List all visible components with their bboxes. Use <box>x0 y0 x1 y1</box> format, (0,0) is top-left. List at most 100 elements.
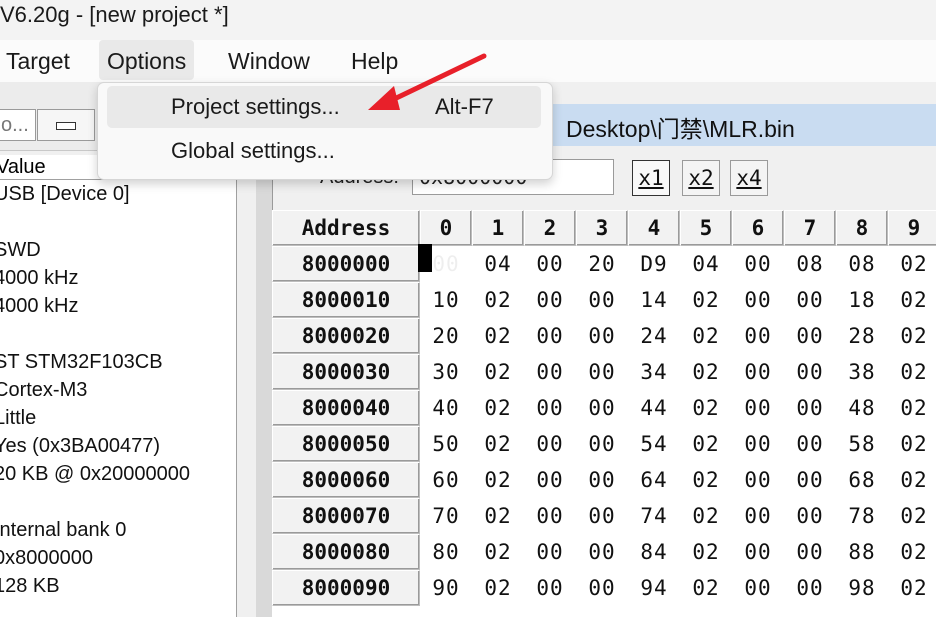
memory-byte[interactable]: 00 <box>524 570 576 606</box>
memory-byte[interactable]: 02 <box>472 462 524 498</box>
memory-byte[interactable]: 00 <box>524 462 576 498</box>
memory-byte[interactable]: 00 <box>784 282 836 318</box>
property-value[interactable]: Yes (0x3BA00477) <box>0 432 160 460</box>
memory-byte[interactable]: 00 <box>784 426 836 462</box>
memory-byte[interactable]: 90 <box>420 570 472 606</box>
zoom-x1-button[interactable]: x1 <box>632 160 670 196</box>
memory-byte[interactable]: 00 <box>524 534 576 570</box>
memory-byte[interactable]: 78 <box>836 498 888 534</box>
memory-byte[interactable]: 00 <box>524 246 576 282</box>
memory-byte[interactable]: 88 <box>836 534 888 570</box>
memory-byte[interactable]: 00 <box>732 426 784 462</box>
memory-byte[interactable]: 00 <box>732 498 784 534</box>
memory-byte[interactable]: 00 <box>524 498 576 534</box>
memory-byte[interactable]: 02 <box>888 462 936 498</box>
memory-byte[interactable]: 02 <box>888 426 936 462</box>
memory-byte[interactable]: 02 <box>680 426 732 462</box>
menu-window[interactable]: Window <box>220 40 318 80</box>
memory-byte[interactable]: 00 <box>576 534 628 570</box>
memory-byte[interactable]: 38 <box>836 354 888 390</box>
menu-target[interactable]: Target <box>0 40 78 80</box>
memory-byte[interactable]: 00 <box>784 570 836 606</box>
memory-byte[interactable]: 02 <box>472 318 524 354</box>
menu-options[interactable]: Options <box>99 40 195 80</box>
property-value[interactable]: Internal bank 0 <box>0 516 126 544</box>
memory-byte[interactable]: 02 <box>472 282 524 318</box>
memory-byte[interactable]: 00 <box>732 282 784 318</box>
memory-byte[interactable]: 00 <box>732 354 784 390</box>
memory-byte[interactable]: 64 <box>628 462 680 498</box>
memory-byte[interactable]: 02 <box>888 390 936 426</box>
memory-byte[interactable]: 48 <box>836 390 888 426</box>
memory-byte[interactable]: 02 <box>888 534 936 570</box>
memory-byte[interactable]: 02 <box>888 282 936 318</box>
memory-byte[interactable]: 00 <box>732 570 784 606</box>
memory-byte[interactable]: 00 <box>576 282 628 318</box>
property-value[interactable]: ST STM32F103CB <box>0 348 163 376</box>
memory-byte[interactable]: 02 <box>680 498 732 534</box>
zoom-x4-button[interactable]: x4 <box>730 160 768 196</box>
memory-byte[interactable]: 00 <box>784 390 836 426</box>
memory-byte[interactable]: 98 <box>836 570 888 606</box>
property-value[interactable]: SWD <box>0 236 41 264</box>
memory-byte[interactable]: 00 <box>784 318 836 354</box>
memory-byte[interactable]: 02 <box>680 390 732 426</box>
memory-byte[interactable]: 00 <box>784 534 836 570</box>
memory-byte[interactable]: 00 <box>524 354 576 390</box>
memory-byte[interactable]: 02 <box>888 246 936 282</box>
memory-byte[interactable]: 94 <box>628 570 680 606</box>
memory-byte[interactable]: 02 <box>472 426 524 462</box>
memory-byte[interactable]: 74 <box>628 498 680 534</box>
memory-byte[interactable]: 00 <box>732 390 784 426</box>
property-scrollbar[interactable] <box>237 180 256 617</box>
memory-byte[interactable]: 34 <box>628 354 680 390</box>
memory-byte[interactable]: 00 <box>784 498 836 534</box>
memory-byte[interactable]: 20 <box>576 246 628 282</box>
memory-byte[interactable]: 04 <box>472 246 524 282</box>
memory-byte[interactable]: 02 <box>888 570 936 606</box>
memory-byte[interactable]: 02 <box>680 570 732 606</box>
memory-byte[interactable]: 28 <box>836 318 888 354</box>
memory-byte[interactable]: 02 <box>472 570 524 606</box>
memory-byte[interactable]: 20 <box>420 318 472 354</box>
memory-byte[interactable]: 50 <box>420 426 472 462</box>
memory-byte[interactable]: 02 <box>680 318 732 354</box>
memory-byte[interactable]: 58 <box>836 426 888 462</box>
memory-byte[interactable]: 02 <box>472 534 524 570</box>
memory-byte[interactable]: 00 <box>732 318 784 354</box>
property-value[interactable]: 0x8000000 <box>0 544 93 572</box>
memory-byte[interactable]: 08 <box>836 246 888 282</box>
property-value[interactable]: 4000 kHz <box>0 292 79 320</box>
memory-byte[interactable]: 00 <box>576 390 628 426</box>
property-value[interactable]: USB [Device 0] <box>0 180 130 208</box>
memory-byte[interactable]: 00 <box>784 462 836 498</box>
memory-byte[interactable]: 02 <box>472 390 524 426</box>
memory-byte[interactable]: 02 <box>680 534 732 570</box>
memory-byte[interactable]: 80 <box>420 534 472 570</box>
memory-byte[interactable]: 18 <box>836 282 888 318</box>
memory-byte[interactable]: 00 <box>418 244 472 282</box>
memory-byte[interactable]: 00 <box>732 462 784 498</box>
memory-byte[interactable]: 40 <box>420 390 472 426</box>
memory-byte[interactable]: 00 <box>524 426 576 462</box>
memory-byte[interactable]: 70 <box>420 498 472 534</box>
memory-byte[interactable]: 24 <box>628 318 680 354</box>
memory-byte[interactable]: 02 <box>888 354 936 390</box>
memory-byte[interactable]: 02 <box>680 282 732 318</box>
memory-byte[interactable]: 02 <box>472 354 524 390</box>
menu-item-global-settings[interactable]: Global settings... <box>107 130 541 172</box>
memory-byte[interactable]: 30 <box>420 354 472 390</box>
memory-byte[interactable]: 02 <box>472 498 524 534</box>
zoom-x2-button[interactable]: x2 <box>682 160 720 196</box>
memory-byte[interactable]: 00 <box>524 390 576 426</box>
filter-input[interactable]: o... <box>0 109 36 141</box>
memory-byte[interactable]: 02 <box>680 462 732 498</box>
memory-byte[interactable]: 00 <box>576 462 628 498</box>
memory-byte[interactable]: 68 <box>836 462 888 498</box>
memory-byte[interactable]: 00 <box>732 534 784 570</box>
memory-byte[interactable]: 00 <box>732 246 784 282</box>
memory-byte[interactable]: 00 <box>524 318 576 354</box>
memory-byte[interactable]: 10 <box>420 282 472 318</box>
memory-byte[interactable]: 02 <box>888 498 936 534</box>
memory-byte[interactable]: 00 <box>576 498 628 534</box>
